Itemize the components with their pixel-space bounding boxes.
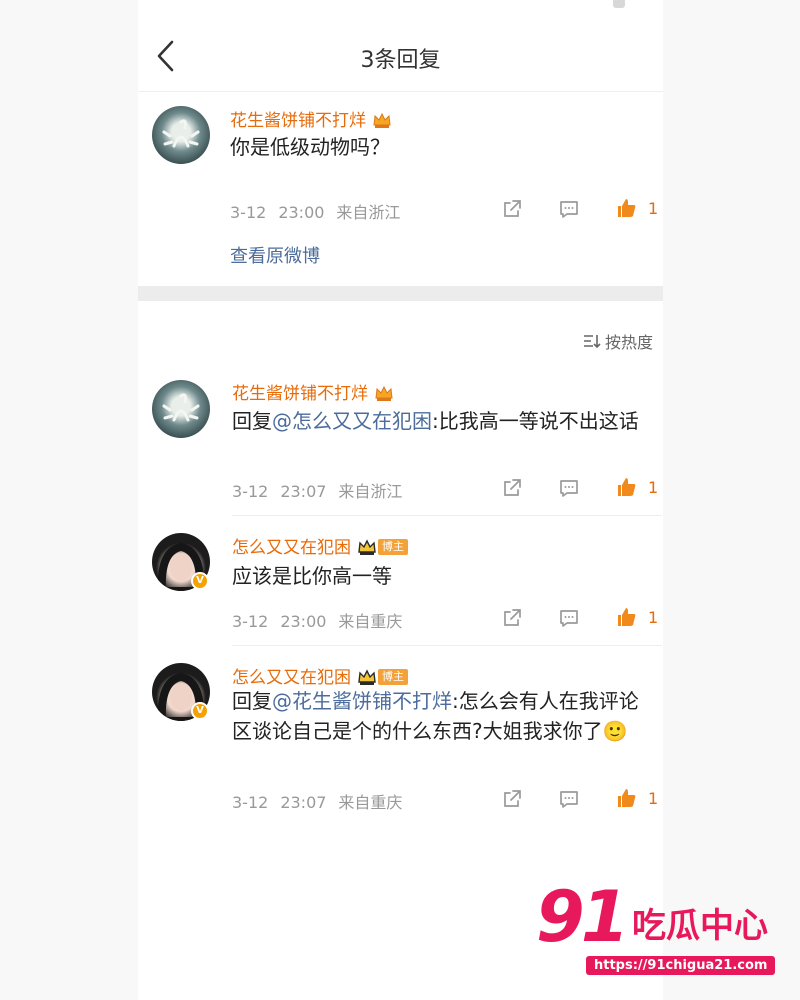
share-icon[interactable] xyxy=(501,788,523,810)
reply-body: :比我高一等说不出这话 xyxy=(432,409,639,433)
view-original-link[interactable]: 查看原微博 xyxy=(230,242,320,268)
share-icon[interactable] xyxy=(501,477,523,499)
top-bar: 3条回复 xyxy=(138,20,663,92)
reply-date: 3-12 xyxy=(232,482,269,501)
site-watermark: 91 吃瓜中心 https://91chigua21.com xyxy=(536,876,786,982)
comment-icon[interactable] xyxy=(558,788,580,810)
reply-author[interactable]: 怎么又又在犯困 博主 xyxy=(232,533,408,558)
comment-author[interactable]: 花生酱饼铺不打烊 xyxy=(230,106,392,131)
reply-time: 23:07 xyxy=(280,482,327,501)
section-gap xyxy=(138,286,663,301)
share-icon[interactable] xyxy=(501,198,523,220)
reply-author[interactable]: 怎么又又在犯困 博主 xyxy=(232,663,408,688)
username[interactable]: 花生酱饼铺不打烊 xyxy=(232,384,368,404)
reply-meta: 3-12 23:00 来自重庆 xyxy=(232,608,414,632)
comment-icon[interactable] xyxy=(558,477,580,499)
reply-text: 回复@怎么又又在犯困:比我高一等说不出这话 xyxy=(232,406,652,436)
blogger-tag: 博主 xyxy=(378,539,408,555)
comment-icon[interactable] xyxy=(558,607,580,629)
like-icon[interactable] xyxy=(615,476,637,498)
comment-meta: 3-12 23:00 来自浙江 xyxy=(230,199,412,223)
sort-icon xyxy=(583,335,601,349)
blogger-badge: 博主 xyxy=(357,538,408,556)
reply-date: 3-12 xyxy=(232,793,269,812)
avatar[interactable] xyxy=(152,106,210,164)
like-count: 1 xyxy=(648,608,659,627)
reply-date: 3-12 xyxy=(232,612,269,631)
comment-time: 23:00 xyxy=(278,203,325,222)
sort-label: 按热度 xyxy=(604,333,653,352)
avatar[interactable] xyxy=(152,380,210,438)
blogger-badge: 博主 xyxy=(357,668,408,686)
scorpion-avatar-icon xyxy=(162,393,200,422)
like-count: 1 xyxy=(648,478,659,497)
like-icon[interactable] xyxy=(615,197,637,219)
username[interactable]: 花生酱饼铺不打烊 xyxy=(230,111,366,131)
reply-time: 23:00 xyxy=(280,612,327,631)
reply-time: 23:07 xyxy=(280,793,327,812)
crown-icon xyxy=(358,539,376,555)
reply-meta: 3-12 23:07 来自浙江 xyxy=(232,478,414,502)
comment-location: 来自浙江 xyxy=(336,203,401,222)
comment-icon[interactable] xyxy=(558,198,580,220)
verified-badge-icon: V xyxy=(191,702,209,720)
reply-meta: 3-12 23:07 来自重庆 xyxy=(232,789,414,813)
reply-prefix: 回复 xyxy=(232,689,272,713)
like-count: 1 xyxy=(648,199,659,218)
comment-date: 3-12 xyxy=(230,203,267,222)
reply-location: 来自浙江 xyxy=(338,482,403,501)
mention-link[interactable]: @花生酱饼铺不打烊 xyxy=(272,689,452,713)
username[interactable]: 怎么又又在犯困 xyxy=(232,538,351,558)
crown-icon xyxy=(375,385,393,401)
watermark-url: https://91chigua21.com xyxy=(586,956,776,975)
smile-emoji-icon: 🙂 xyxy=(602,719,628,743)
phone-screen: 3条回复 花生酱饼铺不打烊 你是低级动物吗？ 3-12 23:00 来自浙江 1 查… xyxy=(138,0,663,1000)
like-icon[interactable] xyxy=(615,606,637,628)
reply-text: 回复@花生酱饼铺不打烊:怎么会有人在我评论区谈论自己是个的什么东西?大姐我求你了… xyxy=(232,686,652,746)
crown-icon xyxy=(358,669,376,685)
divider xyxy=(232,515,662,516)
reply-prefix: 回复 xyxy=(232,409,272,433)
comment-text: 你是低级动物吗？ xyxy=(230,135,390,159)
scorpion-avatar-icon xyxy=(162,119,200,148)
reply-location: 来自重庆 xyxy=(338,793,403,812)
reply-author[interactable]: 花生酱饼铺不打烊 xyxy=(232,379,394,404)
username[interactable]: 怎么又又在犯困 xyxy=(232,668,351,688)
watermark-number: 91 xyxy=(536,876,629,958)
divider xyxy=(232,645,662,646)
share-icon[interactable] xyxy=(501,607,523,629)
reply-location: 来自重庆 xyxy=(338,612,403,631)
page-title: 3条回复 xyxy=(360,48,441,73)
like-icon[interactable] xyxy=(615,787,637,809)
like-count: 1 xyxy=(648,789,659,808)
sort-toggle[interactable]: 按热度 xyxy=(583,329,653,353)
watermark-name: 吃瓜中心 xyxy=(632,906,768,946)
crown-icon xyxy=(373,112,391,128)
reply-text: 应该是比你高一等 xyxy=(232,564,392,588)
verified-badge-icon: V xyxy=(191,572,209,590)
blogger-tag: 博主 xyxy=(378,669,408,685)
mention-link[interactable]: @怎么又又在犯困 xyxy=(272,409,432,433)
status-bar-icon xyxy=(613,0,625,8)
